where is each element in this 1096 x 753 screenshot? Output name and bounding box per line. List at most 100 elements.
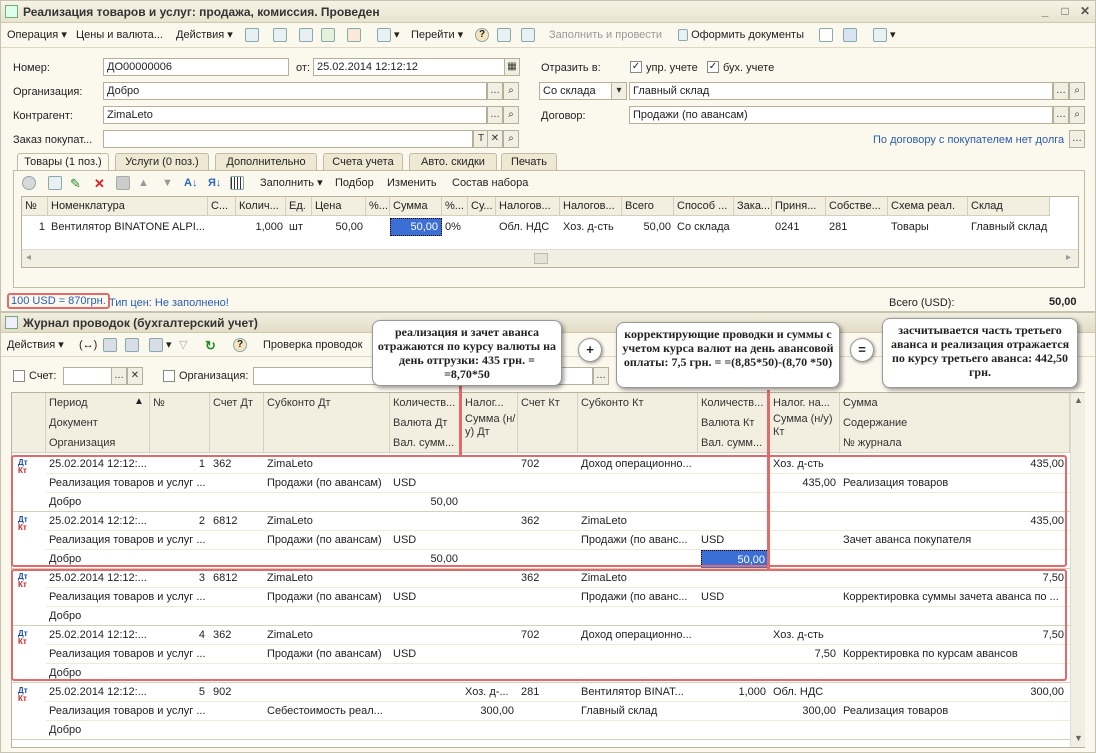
contractor-select-button[interactable]: … [487,106,503,124]
tab-services[interactable]: Услуги (0 поз.) [115,153,209,170]
warehouse-search-icon[interactable]: ⌕ [1069,82,1085,100]
tab-accounts[interactable]: Счета учета [323,153,403,170]
account-filter-checkbox[interactable] [13,370,25,382]
goods-cell[interactable]: Главный склад [968,219,1050,236]
structure-icon[interactable] [497,27,511,44]
list-icon[interactable] [521,27,535,44]
journal-cell-doc[interactable]: Реализация товаров и услуг ... [49,702,209,721]
account-filter-select[interactable]: … [111,367,127,385]
goods-col-header[interactable]: Зака... [734,197,772,216]
journal-cell-acc-kt[interactable]: 281 [521,683,577,702]
org-field[interactable]: Добро [103,82,487,100]
move-down-icon[interactable]: ▼ [162,175,173,192]
goods-col-header[interactable]: Схема реал. [888,197,968,216]
fill-menu[interactable]: Заполнить ▾ [260,175,323,192]
sort-asc-icon[interactable]: A↓ [184,175,197,192]
sort-desc-icon[interactable]: Я↓ [208,175,221,192]
goods-col-header[interactable]: Налогов... [496,197,560,216]
goods-col-header[interactable]: Способ ... [674,197,734,216]
barcode-icon[interactable] [230,175,244,192]
journal-cell-cursum-kt[interactable] [701,721,769,740]
journal-cell-sub-dt1[interactable] [267,683,387,702]
fill-post-button[interactable]: Заполнить и провести [549,27,662,44]
goods-cell[interactable]: Вентилятор BINATONE ALPI... [48,219,208,236]
actions-menu[interactable]: Действия ▾ [176,27,233,44]
journal-cell-snu-kt[interactable]: 300,00 [773,702,839,721]
goods-col-header[interactable]: Склад [968,197,1050,216]
journal-cell-org[interactable]: Добро [49,721,209,740]
currency-rate-link[interactable]: 100 USD = 870грн. [7,293,110,309]
vertical-scrollbar[interactable]: ▲ ▼ [1070,393,1085,747]
org-filter-select[interactable]: … [593,367,609,385]
journal-cell-qty-kt[interactable]: 1,000 [701,683,769,702]
journal-cell-sub-kt2[interactable]: Главный склад [581,702,697,721]
order-search-icon[interactable]: ⌕ [503,130,519,148]
goods-col-header[interactable]: %... [442,197,468,216]
edit-row-icon[interactable]: ✎ [70,175,81,192]
tab-discounts[interactable]: Авто. скидки [409,153,497,170]
order-field[interactable] [103,130,473,148]
goods-cell[interactable]: Товары [888,219,968,236]
contract-field[interactable]: Продажи (по авансам) [629,106,1053,124]
tab-print[interactable]: Печать [501,153,557,170]
goods-cell[interactable]: 281 [826,219,888,236]
filter-menu-icon[interactable]: ▾ [149,337,172,354]
check-entries-button[interactable]: Проверка проводок [263,337,362,354]
calendar-icon[interactable]: ▦ [504,58,520,76]
debt-button[interactable]: … [1069,130,1085,148]
journal-cell-tax-kt[interactable]: Обл. НДС [773,683,839,702]
journal-cell-n[interactable]: 5 [150,683,208,702]
goods-col-header[interactable]: %... [366,197,390,216]
goods-cell[interactable]: 1 [22,219,48,236]
goods-col-header[interactable]: Сумма [390,197,442,216]
goods-col-header[interactable]: Цена [312,197,366,216]
warehouse-select-button[interactable]: … [1053,82,1069,100]
print-icon[interactable] [347,27,361,44]
goods-cell[interactable]: Обл. НДС [496,219,560,236]
maximize-icon[interactable]: □ [1057,4,1073,20]
tab-additional[interactable]: Дополнительно [215,153,317,170]
journal-cell-qty-dt[interactable] [393,683,461,702]
journal-help-icon[interactable]: ? [233,337,247,354]
xml-icon[interactable]: ▾ [873,27,896,44]
goods-col-header[interactable]: Всего [622,197,674,216]
journal-cell-sub-kt1[interactable]: Вентилятор BINAT... [581,683,697,702]
contractor-field[interactable]: ZimaLeto [103,106,487,124]
goods-col-header[interactable]: Налогов... [560,197,622,216]
warehouse-field[interactable]: Главный склад [629,82,1053,100]
goods-col-header[interactable]: Приня... [772,197,826,216]
goods-cell[interactable]: 0241 [772,219,826,236]
goods-cell[interactable]: 50,00 [622,219,674,236]
warehouse-type-field[interactable]: Со склада [539,82,613,100]
goods-col-header[interactable]: Колич... [236,197,286,216]
journal-cell-sum[interactable]: 300,00 [843,683,1067,702]
copy-icon[interactable] [299,27,313,44]
structure-tree-icon[interactable] [843,27,857,44]
goods-col-header[interactable]: Собстве... [826,197,888,216]
goods-cell[interactable]: 50,00 [390,218,442,236]
goods-cell[interactable]: Хоз. д-сть [560,219,622,236]
help-icon[interactable]: ? [475,27,489,44]
journal-cell-acc-dt[interactable]: 902 [213,683,263,702]
contract-search-icon[interactable]: ⌕ [1069,106,1085,124]
warehouse-type-dropdown[interactable]: ▾ [611,82,627,100]
operation-menu[interactable]: Операция ▾ [7,27,67,44]
journal-cell-cur-dt[interactable] [393,702,461,721]
goods-cell[interactable]: шт [286,219,312,236]
goods-cell[interactable]: 1,000 [236,219,286,236]
refresh-icon[interactable]: ↻ [205,337,216,354]
org-select-button[interactable]: … [487,82,503,100]
journal-cell-content[interactable]: Реализация товаров [843,702,1067,721]
sort-asc-icon[interactable]: ▲ [134,396,144,407]
copy-row-icon[interactable] [48,175,62,192]
minimize-icon[interactable]: _ [1037,4,1053,20]
org-filter-checkbox[interactable] [163,370,175,382]
goods-col-header[interactable]: Ед. [286,197,312,216]
save-icon[interactable] [273,27,287,44]
clear-filter-icon[interactable]: ▽ [179,337,187,354]
goods-col-header[interactable]: Номенклатура [48,197,208,216]
goods-cell[interactable]: Со склада [674,219,734,236]
horizontal-scrollbar[interactable]: ◂ ▸ [22,249,1078,267]
close-icon[interactable]: ✕ [1077,4,1093,20]
account-filter-clear[interactable]: ✕ [127,367,143,385]
